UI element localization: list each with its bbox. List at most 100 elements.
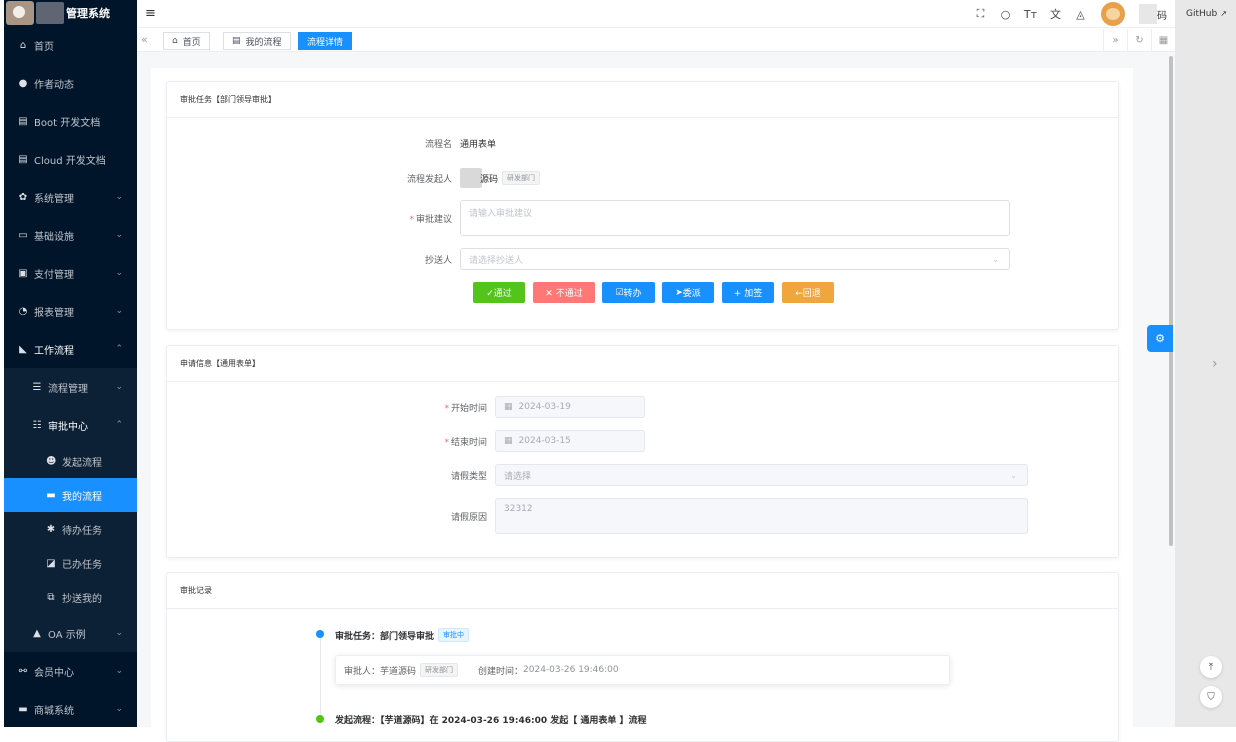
- bike-icon: ⚯: [18, 665, 28, 677]
- sidebar-item-author[interactable]: ● 作者动态: [0, 64, 137, 102]
- logo-image: [6, 1, 34, 25]
- chevron-right-icon[interactable]: ›: [1212, 356, 1218, 372]
- start-time-row: * 开始时间 ▦ 2024-03-19: [407, 396, 645, 418]
- timeline-line: [320, 637, 321, 715]
- window-edge: [0, 0, 4, 727]
- record-card-title: 审批记录: [167, 573, 1118, 609]
- app-logo[interactable]: 管理系统: [0, 0, 137, 26]
- initiator-row: 流程发起人 源码 研发部门: [372, 168, 541, 188]
- sidebar-item-member[interactable]: ⚯ 会员中心 ⌄: [0, 652, 137, 690]
- translate-icon[interactable]: 文: [1043, 6, 1068, 22]
- form-card: 申请信息【通用表单】 * 开始时间 ▦ 2024-03-19 * 结束时间 ▦ 2024…: [166, 345, 1119, 558]
- calendar-icon: ▦: [504, 436, 513, 446]
- smile-icon: ☻: [46, 455, 57, 467]
- sidebar-item-done[interactable]: ◪ 已办任务: [0, 546, 137, 580]
- approve-button[interactable]: ✓通过: [473, 282, 525, 303]
- leave-type-row: 请假类型 请选择 ⌄: [407, 464, 1028, 486]
- logo-blurred: [36, 2, 64, 24]
- github-link[interactable]: GitHub ↗: [1186, 9, 1227, 19]
- sidebar-item-infra[interactable]: ▭ 基础设施 ⌄: [0, 216, 137, 254]
- sidebar-item-mall[interactable]: ▬ 商城系统 ⌄: [0, 690, 137, 727]
- tab-my-process[interactable]: ▤ 我的流程: [223, 32, 291, 50]
- chevron-down-icon: ⌄: [115, 666, 123, 676]
- bell-icon[interactable]: ◬: [1068, 8, 1093, 21]
- shirt-icon[interactable]: ⛉: [1200, 686, 1222, 708]
- comment-textarea[interactable]: 请输入审批建议: [460, 200, 1010, 236]
- tabs-actions: » ↻ ▦: [1103, 29, 1175, 52]
- edit-icon: ☑: [615, 287, 624, 298]
- timeline-task: 审批任务：部门领导审批 审批中: [335, 628, 470, 642]
- sidebar-item-start-process[interactable]: ☻ 发起流程: [0, 444, 137, 478]
- user-icon: ●: [18, 77, 28, 89]
- sidebar-item-boot-docs[interactable]: ▤ Boot 开发文档: [0, 102, 137, 140]
- user-name[interactable]: 码: [1157, 7, 1167, 22]
- avatar[interactable]: [1101, 2, 1125, 26]
- external-link-icon: ↗: [1220, 9, 1227, 18]
- cc-row: 抄送人 请选择抄送人 ⌄: [372, 248, 1010, 270]
- reject-button[interactable]: ✕ 不通过: [533, 282, 595, 303]
- calendar-icon: ▦: [504, 402, 513, 412]
- process-name-value: 通用表单: [460, 140, 497, 150]
- end-time-picker[interactable]: ▦ 2024-03-15: [495, 430, 645, 452]
- list-icon: ☰: [32, 381, 42, 393]
- search-icon[interactable]: ○: [993, 8, 1018, 21]
- book-icon: ▤: [232, 36, 241, 46]
- sidebar-item-cc-me[interactable]: ⧉ 抄送我的: [0, 580, 137, 614]
- tabs-scroll-right-icon[interactable]: »: [1103, 29, 1127, 52]
- initiator-name: 源码: [480, 174, 499, 185]
- sidebar-item-approval-center[interactable]: ☷ 审批中心 ⌃: [0, 406, 137, 444]
- font-size-icon[interactable]: Tт: [1018, 8, 1043, 21]
- add-sign-button[interactable]: + 加签: [722, 282, 774, 303]
- grid-icon[interactable]: ▦: [1151, 29, 1175, 52]
- send-icon: ➤: [675, 287, 683, 298]
- page-container: 审批任务【部门领导审批】 流程名 通用表单 流程发起人 源码 研发部门 * 审批建…: [151, 68, 1133, 742]
- chevron-up-icon: ⌃: [115, 344, 123, 354]
- tabs-scroll-left-icon[interactable]: «: [141, 33, 148, 46]
- back-button[interactable]: ←回退: [782, 282, 834, 303]
- chevron-down-icon: ⌄: [992, 254, 999, 264]
- timeline-dot-active: [316, 630, 324, 638]
- sidebar-item-cloud-docs[interactable]: ▤ Cloud 开发文档: [0, 140, 137, 178]
- shop-icon: ▬: [18, 703, 28, 715]
- sidebar-item-system[interactable]: ✿ 系统管理 ⌄: [0, 178, 137, 216]
- sidebar-item-todo[interactable]: ✱ 待办任务: [0, 512, 137, 546]
- sidebar-item-workflow[interactable]: ◣ 工作流程 ⌃: [0, 330, 137, 368]
- delegate-button[interactable]: ➤ 委派: [662, 282, 714, 303]
- done-icon: ◪: [46, 557, 56, 569]
- document-icon: ▤: [18, 153, 28, 165]
- fullscreen-icon[interactable]: ⛶: [968, 7, 993, 21]
- sidebar-item-home[interactable]: ⌂ 首页: [0, 26, 137, 64]
- oa-icon: ▲: [33, 627, 41, 639]
- transfer-button[interactable]: ☑ 转办: [602, 282, 655, 303]
- back-to-top-icon[interactable]: ⤒: [1200, 656, 1222, 678]
- scrollbar[interactable]: [1169, 56, 1173, 546]
- cc-select[interactable]: 请选择抄送人 ⌄: [460, 248, 1010, 270]
- sidebar-item-process-manage[interactable]: ☰ 流程管理 ⌄: [0, 368, 137, 406]
- sidebar-item-report[interactable]: ◔ 报表管理 ⌄: [0, 292, 137, 330]
- sidebar: 管理系统 ⌂ 首页 ● 作者动态 ▤ Boot 开发文档 ▤ Cloud 开发文档 ✿ 系…: [0, 0, 137, 727]
- server-icon: ☷: [32, 419, 42, 431]
- sidebar-item-my-process[interactable]: ▬ 我的流程: [0, 478, 137, 512]
- form-card-title: 申请信息【通用表单】: [167, 346, 1118, 382]
- tab-home[interactable]: ⌂ 首页: [163, 32, 210, 50]
- record-card: 审批记录 审批任务：部门领导审批 审批中 审批人：芋道源码 研发部门 创建时间：…: [166, 572, 1119, 742]
- timeline-dot-done: [316, 715, 324, 723]
- chart-icon: ◔: [18, 305, 28, 317]
- sidebar-item-oa[interactable]: ▲ OA 示例 ⌄: [0, 614, 137, 652]
- task-detail-box: 审批人：芋道源码 研发部门 创建时间： 2024-03-26 19:46:00: [335, 655, 950, 685]
- start-time-picker[interactable]: ▦ 2024-03-19: [495, 396, 645, 418]
- top-header: ≡ ⛶ ○ Tт 文 ◬ 码: [137, 0, 1175, 28]
- chevron-down-icon: ⌄: [115, 628, 123, 638]
- refresh-icon[interactable]: ↻: [1127, 29, 1151, 52]
- settings-gear-icon[interactable]: ⚙: [1147, 325, 1173, 352]
- reason-textarea[interactable]: 32312: [495, 498, 1028, 534]
- leave-type-select[interactable]: 请选择 ⌄: [495, 464, 1028, 486]
- book-icon: ▬: [46, 489, 56, 501]
- sidebar-item-pay[interactable]: ▣ 支付管理 ⌄: [0, 254, 137, 292]
- status-badge: 审批中: [438, 628, 470, 642]
- comment-row: * 审批建议 请输入审批建议: [372, 200, 1010, 236]
- menu-toggle-icon[interactable]: ≡: [145, 6, 156, 21]
- chevron-up-icon: ⌃: [115, 420, 123, 430]
- document-icon: ▤: [18, 115, 28, 127]
- tab-process-detail[interactable]: 流程详情: [298, 32, 353, 50]
